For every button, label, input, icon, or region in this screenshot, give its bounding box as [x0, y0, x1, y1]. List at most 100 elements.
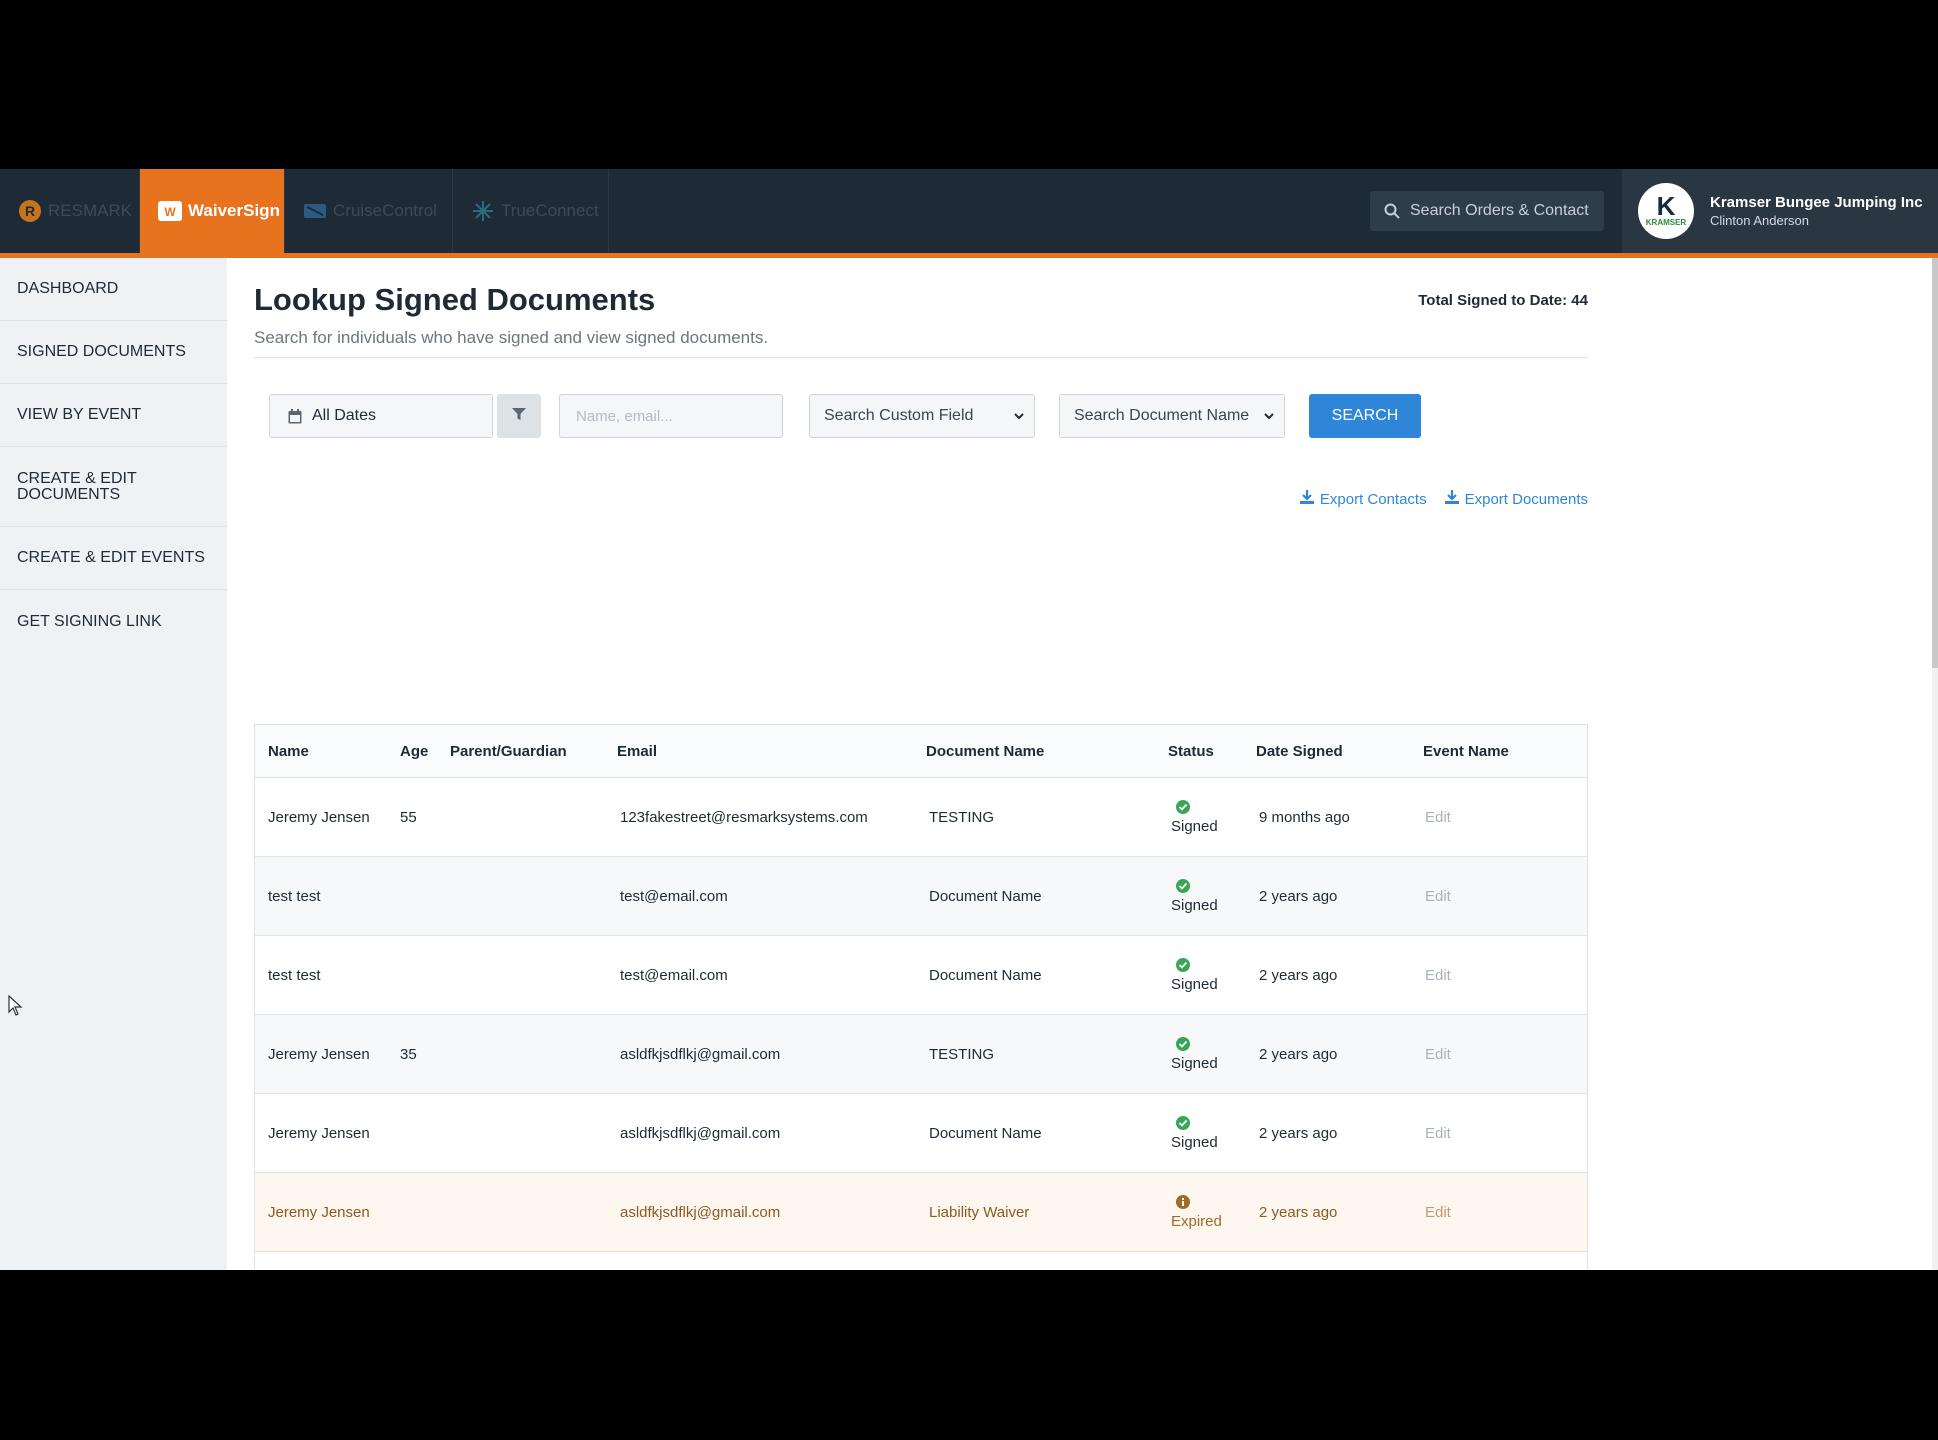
column-header[interactable]: Parent/Guardian [437, 743, 603, 760]
cell-status: Expired [1155, 1194, 1244, 1230]
sidebar-item-label: VIEW BY EVENT [17, 406, 142, 423]
cell-document-name: Document Name [929, 966, 1042, 984]
edit-link[interactable]: Edit [1410, 1204, 1570, 1221]
column-header[interactable]: Status [1155, 743, 1244, 760]
document-name-select[interactable]: Search Document Name [1059, 394, 1285, 438]
status-label: Signed [1171, 1133, 1218, 1151]
edit-link[interactable]: Edit [1410, 888, 1570, 905]
sidebar-item-view-by-event[interactable]: VIEW BY EVENT [0, 384, 227, 447]
table-row[interactable]: Jeremy Jensen asldfkjsdflkj@gmail.com Liab… [255, 1173, 1587, 1252]
filter-icon [512, 407, 526, 426]
table-row[interactable]: Jeremy Jensen asldfkjsdflkj@gmail.com Docu… [255, 1094, 1587, 1173]
cell-date-signed: 2 years ago [1259, 1124, 1338, 1142]
sidebar-item-dashboard[interactable]: DASHBOARD [0, 258, 227, 321]
column-header[interactable]: Document Name [910, 740, 1155, 763]
tab-waiversign[interactable]: W WaiverSign [140, 169, 285, 253]
export-contacts-label: Export Contacts [1319, 490, 1427, 508]
account-org: Kramser Bungee Jumping Inc [1710, 194, 1923, 211]
avatar-text: KRAMSER [1645, 218, 1687, 227]
cell-age: 55 [400, 808, 417, 826]
table-row[interactable]: Jeremy Jensen 35 asldfkjsdflkj@gmail.com TE… [255, 1015, 1587, 1094]
status-label: Expired [1171, 1212, 1222, 1230]
column-header[interactable]: Age [385, 743, 437, 760]
cell-status: Signed [1155, 1115, 1244, 1151]
tab-cruisecontrol[interactable]: CruiseControl [285, 169, 453, 253]
filter-button[interactable] [497, 394, 541, 438]
svg-text:R: R [25, 203, 35, 219]
page-subtitle: Search for individuals who have signed a… [254, 328, 769, 347]
edit-link[interactable]: Edit [1410, 1125, 1570, 1142]
date-range-picker[interactable]: All Dates [269, 394, 493, 438]
column-header[interactable]: Name [255, 743, 385, 760]
scrollbar[interactable] [1932, 258, 1938, 1270]
cell-document-name: Document Name [929, 887, 1042, 905]
account-menu[interactable]: K KRAMSER Kramser Bungee Jumping Inc Cli… [1622, 169, 1938, 253]
cell-name: test test [268, 887, 321, 905]
cell-email: asldfkjsdflkj@gmail.com [620, 1203, 781, 1221]
name-email-input[interactable] [559, 394, 783, 438]
sidebar-item-signed-documents[interactable]: SIGNED DOCUMENTS [0, 321, 227, 384]
cell-date-signed: 2 years ago [1259, 887, 1338, 905]
mouse-cursor-icon [8, 994, 24, 1022]
chevron-down-icon [1014, 407, 1024, 425]
cell-email: asldfkjsdflkj@gmail.com [620, 1045, 781, 1063]
sidebar-item-label: SIGNED DOCUMENTS [17, 343, 186, 360]
sidebar-item-label: CREATE & EDIT EVENTS [17, 549, 205, 566]
trueconnect-logo-icon [471, 199, 495, 223]
date-range-label: All Dates [312, 407, 377, 424]
sidebar-item-create-edit-documents[interactable]: CREATE & EDIT DOCUMENTS [0, 447, 227, 527]
status-label: Signed [1171, 817, 1218, 835]
search-orders-label: Search Orders & Contact [1410, 202, 1589, 219]
column-header[interactable]: Event Name [1410, 743, 1570, 760]
table-row[interactable]: Jeremy Jensen35asldfkjsdflkj@gmail.comPa… [255, 1252, 1587, 1270]
cell-name: test test [268, 966, 321, 984]
tab-resmark[interactable]: R RESMARK [0, 169, 140, 253]
column-header[interactable]: Date Signed [1244, 743, 1410, 760]
cell-name: Jeremy Jensen [268, 1045, 370, 1063]
table-row[interactable]: Jeremy Jensen 55 123fakestreet@resmarksyst… [255, 778, 1587, 857]
avatar-letter: K [1656, 191, 1676, 221]
check-circle-icon [1176, 957, 1190, 972]
cruisecontrol-logo-icon [303, 201, 327, 221]
cell-date-signed: 2 years ago [1259, 1045, 1338, 1063]
search-button[interactable]: SEARCH [1309, 394, 1421, 438]
svg-text:W: W [164, 205, 176, 219]
cell-age: 35 [400, 1045, 417, 1063]
cell-status: Signed [1155, 957, 1244, 993]
edit-link[interactable]: Edit [1410, 809, 1570, 826]
avatar: K KRAMSER [1638, 183, 1694, 239]
export-documents-link[interactable]: Export Documents [1444, 490, 1588, 508]
table-body: Jeremy Jensen 55 123fakestreet@resmarksyst… [255, 778, 1587, 1270]
table-row[interactable]: test test test@email.com Document Name Sign… [255, 936, 1587, 1015]
custom-field-select[interactable]: Search Custom Field [809, 394, 1035, 438]
scrollbar-thumb[interactable] [1932, 258, 1938, 668]
info-icon [1176, 1194, 1190, 1209]
cell-date-signed: 2 years ago [1259, 1203, 1338, 1221]
edit-link[interactable]: Edit [1410, 1046, 1570, 1063]
cell-name: Jeremy Jensen [268, 1203, 370, 1221]
sidebar-item-label: GET SIGNING LINK [17, 612, 162, 630]
top-nav: R RESMARK W WaiverSign CruiseControl Tru… [0, 169, 1938, 258]
custom-field-select-label: Search Custom Field [824, 407, 974, 424]
edit-link[interactable]: Edit [1410, 967, 1570, 984]
waiversign-logo-icon: W [158, 201, 182, 221]
sidebar: DASHBOARD SIGNED DOCUMENTS VIEW BY EVENT… [0, 258, 227, 1270]
column-header[interactable]: Email [603, 743, 910, 760]
table-row[interactable]: test test test@email.com Document Name Sign… [255, 857, 1587, 936]
cell-document-name: Document Name [929, 1124, 1042, 1142]
cell-status: Signed [1155, 1036, 1244, 1072]
tab-trueconnect[interactable]: TrueConnect [453, 169, 609, 253]
calendar-icon [288, 408, 302, 424]
cell-email: asldfkjsdflkj@gmail.com [620, 1124, 781, 1142]
sidebar-item-label: CREATE & EDIT DOCUMENTS [17, 469, 137, 503]
sidebar-item-create-edit-events[interactable]: CREATE & EDIT EVENTS [0, 527, 227, 590]
export-contacts-link[interactable]: Export Contacts [1299, 490, 1427, 508]
check-circle-icon [1176, 878, 1190, 893]
cell-document-name: Liability Waiver [929, 1203, 1030, 1221]
sidebar-item-get-signing-link[interactable]: GET SIGNING LINK [0, 590, 227, 653]
table-header: Name Age Parent/Guardian Email Document … [255, 725, 1587, 778]
search-orders-input[interactable]: Search Orders & Contact [1370, 191, 1604, 231]
divider [254, 357, 1588, 358]
cell-document-name: TESTING [929, 1045, 995, 1063]
tab-label: CruiseControl [333, 201, 437, 220]
